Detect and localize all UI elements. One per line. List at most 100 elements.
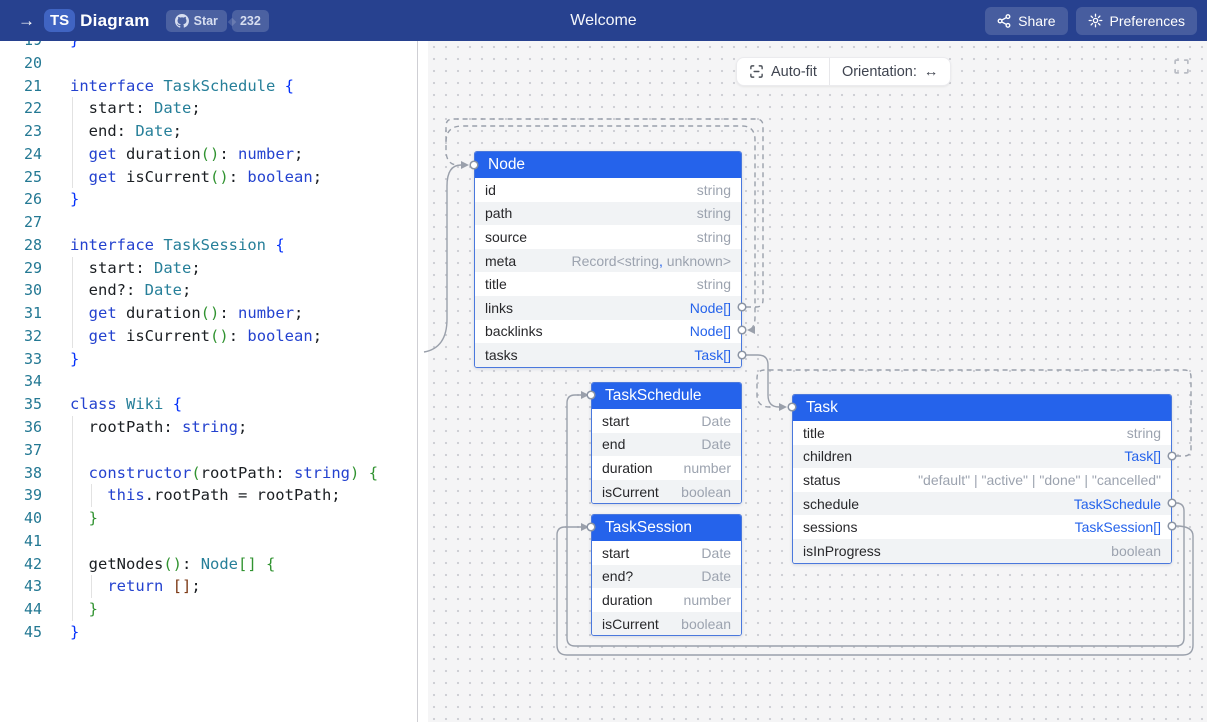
indent-guide [72, 166, 73, 189]
field-name: path [485, 205, 512, 221]
field-name: duration [602, 460, 653, 476]
line-number: 42 [0, 553, 42, 576]
type-link[interactable]: Node[] [690, 323, 731, 339]
code-line: 28interface TaskSession { [0, 234, 417, 257]
field-type: Date [701, 413, 731, 429]
autofit-button[interactable]: Auto-fit [737, 58, 829, 85]
field-type: Date [701, 436, 731, 452]
field-type: Date [701, 568, 731, 584]
code-text: } [70, 598, 98, 621]
field-name: start [602, 545, 629, 561]
preferences-button[interactable]: Preferences [1076, 7, 1197, 35]
code-editor[interactable]: 19}2021interface TaskSchedule {22 start:… [0, 41, 417, 722]
line-number: 37 [0, 439, 42, 462]
field-row-taskschedule-duration: durationnumber [592, 456, 741, 480]
code-line: 21interface TaskSchedule { [0, 75, 417, 98]
field-name: end [602, 436, 625, 452]
field-name: links [485, 300, 513, 316]
code-line: 45} [0, 621, 417, 644]
entity-node[interactable]: Node id string path string source string metaRe… [474, 151, 742, 368]
entity-task[interactable]: TasktitlestringchildrenTask[]status"defa… [792, 394, 1172, 564]
line-number: 28 [0, 234, 42, 257]
field-name: source [485, 229, 527, 245]
page-title: Welcome [570, 12, 636, 30]
type-link[interactable]: Task[] [694, 347, 731, 363]
line-number: 34 [0, 370, 42, 393]
indent-guide [72, 279, 73, 302]
autofit-icon [749, 64, 764, 79]
field-row-node-source: source string [475, 225, 741, 249]
fullscreen-icon[interactable] [1173, 58, 1190, 75]
code-line: 34 [0, 370, 417, 393]
type-link[interactable]: TaskSchedule [1074, 496, 1161, 512]
back-arrow-button[interactable]: → [18, 11, 44, 31]
field-name: isInProgress [803, 543, 881, 559]
line-number: 25 [0, 166, 42, 189]
line-number: 30 [0, 279, 42, 302]
code-text: get duration(): number; [70, 143, 303, 166]
orientation-button[interactable]: Orientation: ↔ [829, 58, 950, 85]
code-line: 36 rootPath: string; [0, 416, 417, 439]
line-number: 24 [0, 143, 42, 166]
line-number: 22 [0, 97, 42, 120]
field-name: meta [485, 253, 516, 269]
code-line: 29 start: Date; [0, 257, 417, 280]
github-star-button[interactable]: Star [166, 10, 227, 32]
field-type: boolean [1111, 543, 1161, 559]
line-number: 31 [0, 302, 42, 325]
entity-header-taskschedule[interactable]: TaskSchedule [592, 383, 741, 409]
code-text: this.rootPath = rootPath; [70, 484, 341, 507]
github-icon [175, 14, 189, 28]
indent-guide [72, 120, 73, 143]
code-text: get isCurrent(): boolean; [70, 166, 322, 189]
line-number: 29 [0, 257, 42, 280]
field-type: string [697, 229, 731, 245]
field-name: status [803, 472, 840, 488]
entity-header-task[interactable]: Task [793, 395, 1171, 421]
field-row-node-meta: metaRecord<string, unknown> [475, 249, 741, 273]
field-type: Node[] [690, 300, 731, 316]
type-link[interactable]: Task[] [1124, 448, 1161, 464]
code-line: 38 constructor(rootPath: string) { [0, 462, 417, 485]
diagram-canvas[interactable] [428, 41, 1207, 722]
code-line: 20 [0, 52, 417, 75]
field-type: boolean [681, 616, 731, 632]
code-text: } [70, 348, 79, 371]
line-number: 19 [0, 41, 42, 52]
code-text: end?: Date; [70, 279, 191, 302]
app-logo-badge: TS [44, 9, 75, 32]
field-type: string [697, 276, 731, 292]
entity-header-tasksession[interactable]: TaskSession [592, 515, 741, 541]
indent-guide [72, 416, 73, 439]
entity-taskschedule[interactable]: TaskSchedulestartDateendDatedurationnumb… [591, 382, 742, 504]
entity-tasksession[interactable]: TaskSessionstartDateend?Datedurationnumb… [591, 514, 742, 636]
field-row-taskschedule-end: end Date [592, 433, 741, 457]
code-line: 23 end: Date; [0, 120, 417, 143]
field-row-node-title: titlestring [475, 272, 741, 296]
field-row-tasksession-end: end?Date [592, 565, 741, 589]
code-line: 42 getNodes(): Node[] { [0, 553, 417, 576]
panel-resizer[interactable] [417, 41, 428, 722]
autofit-label: Auto-fit [771, 64, 817, 80]
type-link[interactable]: Node[] [690, 300, 731, 316]
indent-guide [72, 325, 73, 348]
field-type: Node[] [690, 323, 731, 339]
indent-guide [72, 257, 73, 280]
field-type: "default" | "active" | "done" | "cancell… [918, 472, 1161, 488]
code-line: 39 this.rootPath = rootPath; [0, 484, 417, 507]
indent-guide [91, 484, 92, 507]
field-type: string [697, 182, 731, 198]
code-line: 41 [0, 530, 417, 553]
field-row-node-id: id string [475, 178, 741, 202]
code-line: 25 get isCurrent(): boolean; [0, 166, 417, 189]
share-button[interactable]: Share [985, 7, 1067, 35]
type-link[interactable]: TaskSession[] [1075, 519, 1161, 535]
field-name: id [485, 182, 496, 198]
github-star-count[interactable]: 232 [232, 10, 269, 32]
entity-header-node[interactable]: Node [475, 152, 741, 178]
field-type: string [1127, 425, 1161, 441]
indent-guide [72, 302, 73, 325]
field-type: Task[] [1124, 448, 1161, 464]
code-text: } [70, 621, 79, 644]
field-row-node-backlinks: backlinksNode[] [475, 320, 741, 344]
